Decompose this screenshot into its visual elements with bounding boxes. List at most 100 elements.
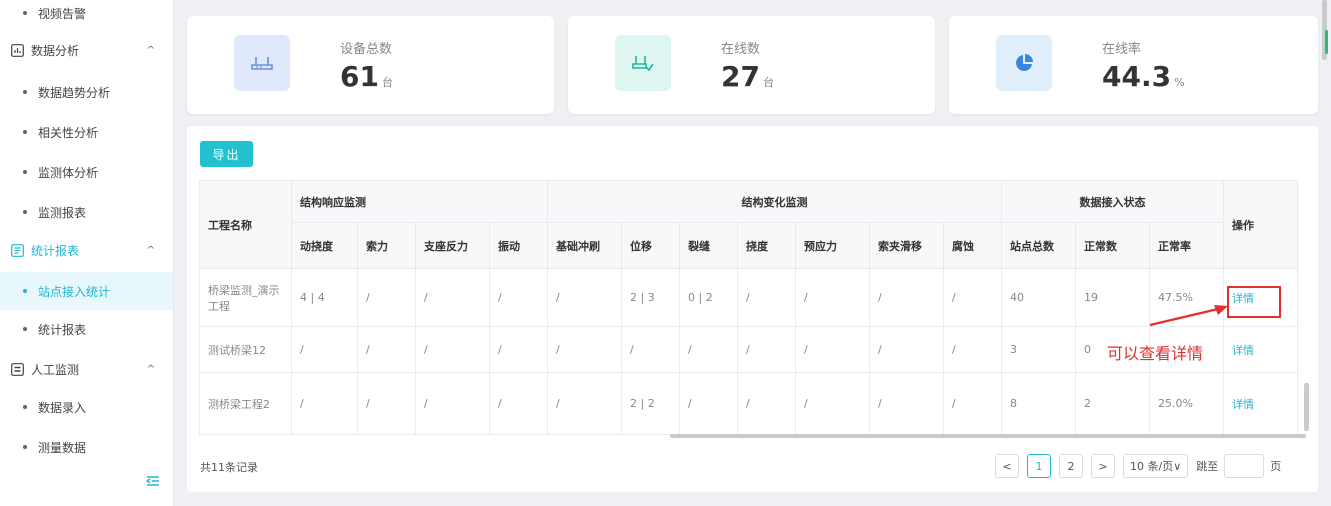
sidebar-group[interactable]: 人工监测 ^ <box>0 350 173 388</box>
table-row: 桥梁监测_演示工程 4 | 4// //2 | 30 | 2// //40 19 47.5… <box>199 268 1298 327</box>
page-button-2[interactable]: 2 <box>1059 454 1083 478</box>
table-cell: / <box>621 326 680 373</box>
prev-page-button[interactable]: < <box>995 454 1019 478</box>
page-scrollbar-thumb[interactable] <box>1325 30 1328 54</box>
table-cell: / <box>357 326 416 373</box>
sidebar-item[interactable]: 测量数据 <box>0 428 173 466</box>
sidebar-item[interactable]: 数据趋势分析 <box>0 73 173 111</box>
table-cell: / <box>795 372 870 435</box>
table-cell: / <box>679 326 738 373</box>
stat-label: 设备总数 <box>340 42 393 57</box>
caret-up-icon[interactable]: ^ <box>147 364 155 375</box>
annotation-text: 可以查看详情 <box>1107 344 1204 363</box>
header-operation: 操作 <box>1223 180 1298 269</box>
caret-up-icon[interactable]: ^ <box>147 245 155 256</box>
table-cell: / <box>737 268 796 327</box>
bullet-icon <box>23 405 27 409</box>
stat-label: 在线率 <box>1102 42 1142 57</box>
sidebar-item-label: 测量数据 <box>38 440 87 455</box>
column-header: 基础冲刷 <box>547 222 622 269</box>
total-records: 共11条记录 <box>200 461 258 474</box>
sidebar-item[interactable]: 监测体分析 <box>0 153 173 191</box>
router-online-icon <box>615 35 671 91</box>
manual-icon <box>10 362 24 376</box>
table-cell: / <box>795 326 870 373</box>
table-cell: 2 <box>1075 372 1150 435</box>
table-cell: / <box>737 372 796 435</box>
table-cell: / <box>291 372 358 435</box>
column-header: 振动 <box>489 222 548 269</box>
table-cell: / <box>357 372 416 435</box>
jump-label: 跳至 <box>1196 460 1219 473</box>
table-row: 测桥梁工程2// / //2 | 2// / //8 2 25.0% 详情 <box>199 372 1298 435</box>
table-cell: / <box>869 268 944 327</box>
table-cell: / <box>869 372 944 435</box>
column-header: 动挠度 <box>291 222 358 269</box>
caret-up-icon[interactable]: ^ <box>147 45 155 56</box>
sidebar-item[interactable]: 监测报表 <box>0 193 173 231</box>
sidebar-item-label: 统计报表 <box>38 322 87 337</box>
table-cell: 40 <box>1001 268 1076 327</box>
table-cell: / <box>547 372 622 435</box>
table-horizontal-scrollbar[interactable] <box>670 434 1306 438</box>
stat-card-rate: 在线率 44.3% <box>949 16 1318 114</box>
sidebar-item-label: 监测体分析 <box>38 165 99 180</box>
sidebar-group[interactable]: 统计报表 ^ <box>0 231 173 269</box>
project-name-cell: 桥梁监测_演示工程 <box>199 268 292 327</box>
bullet-icon <box>23 289 27 293</box>
collapse-menu-icon[interactable] <box>146 474 160 488</box>
project-name-cell: 测试桥梁12 <box>199 326 292 373</box>
project-name-cell: 测桥梁工程2 <box>199 372 292 435</box>
table-cell: 2 | 2 <box>621 372 680 435</box>
sidebar-item[interactable]: 数据录入 <box>0 388 173 426</box>
sidebar-group[interactable]: 数据分析 ^ <box>0 31 173 69</box>
sidebar-item-label: 数据分析 <box>31 43 80 58</box>
page-button-1[interactable]: 1 <box>1027 454 1051 478</box>
column-header: 正常数 <box>1075 222 1150 269</box>
jump-page-input[interactable] <box>1224 454 1265 478</box>
table-cell: 19 <box>1075 268 1150 327</box>
header-group-access: 数据接入状态 <box>1001 180 1224 223</box>
stat-value: 44.3% <box>1102 60 1185 93</box>
sidebar-item-label: 统计报表 <box>31 243 80 258</box>
column-header: 站点总数 <box>1001 222 1076 269</box>
bullet-icon <box>23 170 27 174</box>
sidebar-item-label: 数据录入 <box>38 400 87 415</box>
table-cell: / <box>415 326 490 373</box>
stat-label: 在线数 <box>721 42 761 57</box>
table-cell: / <box>795 268 870 327</box>
table-cell: / <box>943 372 1002 435</box>
detail-link[interactable]: 详情 <box>1232 344 1254 357</box>
annotation-arrow-icon <box>1149 305 1228 327</box>
sidebar-item[interactable]: 相关性分析 <box>0 113 173 151</box>
column-header: 裂缝 <box>679 222 738 269</box>
table-cell: 8 <box>1001 372 1076 435</box>
table-cell: / <box>291 326 358 373</box>
sidebar-item-label: 监测报表 <box>38 205 87 220</box>
table-cell: / <box>415 268 490 327</box>
table-vertical-scrollbar[interactable] <box>1304 383 1309 431</box>
detail-link[interactable]: 详情 <box>1232 398 1254 411</box>
table-cell: / <box>547 268 622 327</box>
sidebar-item[interactable]: 视频告警 <box>0 0 173 32</box>
table-cell: / <box>547 326 622 373</box>
bullet-icon <box>23 11 27 15</box>
table-cell: / <box>943 326 1002 373</box>
sidebar-item[interactable]: 统计报表 <box>0 310 173 348</box>
operation-cell: 详情 <box>1223 372 1298 435</box>
page-suffix-label: 页 <box>1270 460 1282 473</box>
export-button[interactable]: 导出 <box>200 141 253 167</box>
table-cell: / <box>489 268 548 327</box>
column-header: 预应力 <box>795 222 870 269</box>
column-header: 挠度 <box>737 222 796 269</box>
table-cell: / <box>357 268 416 327</box>
next-page-button[interactable]: > <box>1091 454 1115 478</box>
pagination: < 1 2 > 10 条/页∨ 跳至 页 <box>995 453 1287 479</box>
page-size-select[interactable]: 10 条/页∨ <box>1123 454 1189 478</box>
sidebar-item-label: 相关性分析 <box>38 125 99 140</box>
column-header: 索力 <box>357 222 416 269</box>
stat-value: 27 台 <box>721 60 774 93</box>
sidebar-item[interactable]: 站点接入统计 <box>0 272 173 310</box>
table-cell: 2 | 3 <box>621 268 680 327</box>
stat-value: 61 台 <box>340 60 393 93</box>
